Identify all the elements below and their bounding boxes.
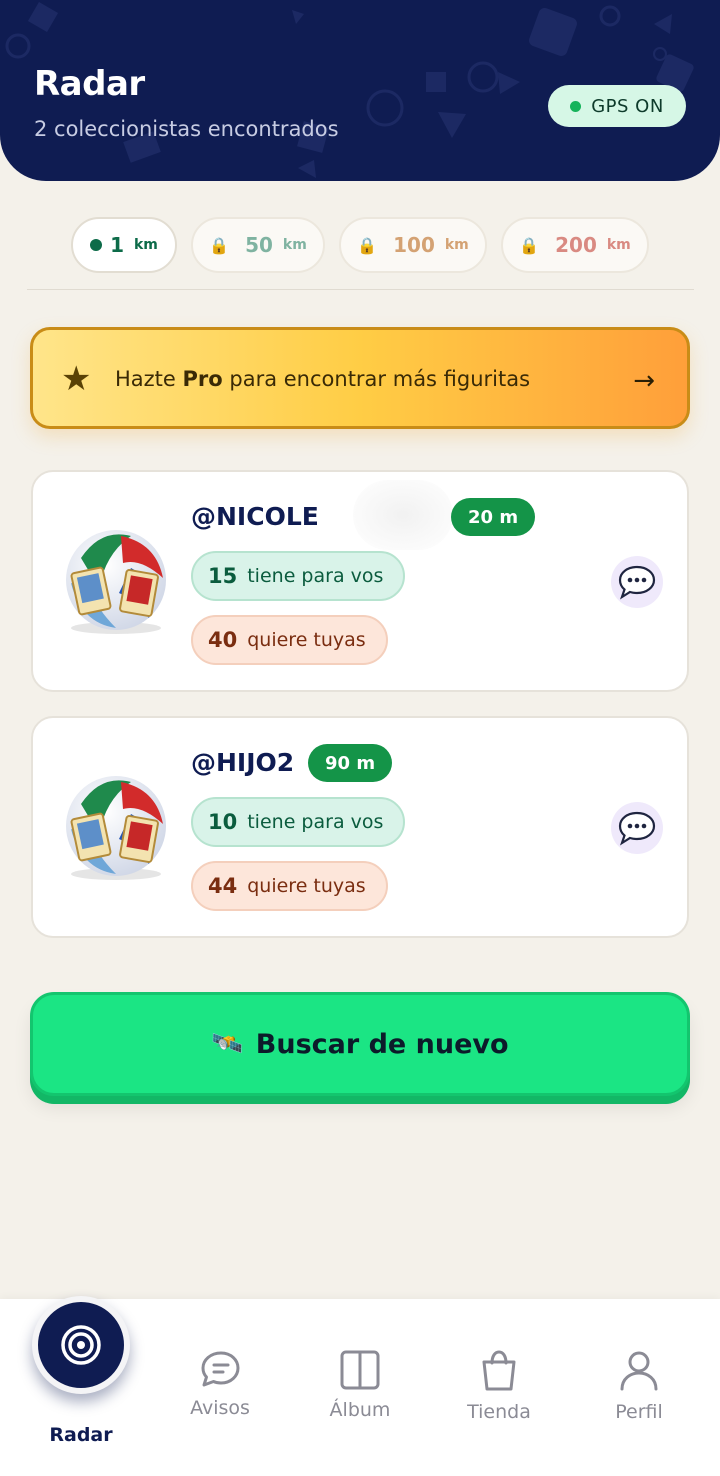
wants-count: 40 [208,628,238,652]
collectors-found-count: 2 coleccionistas encontrados [34,117,339,141]
nav-label: Perfil [615,1401,663,1423]
nav-item-radar[interactable] [32,1296,130,1394]
chat-bubble-icon [618,811,656,846]
nav-label-radar: Radar [49,1424,113,1446]
arrow-right-icon: → [633,366,655,396]
chat-button[interactable] [611,556,663,608]
nav-label: Álbum [329,1399,391,1421]
collector-card[interactable]: @NICOLE 20 m 15 tiene para vos 40 quiere… [31,470,689,692]
message-bubble-icon [201,1351,240,1387]
has-label: tiene para vos [247,565,384,587]
lock-icon: 🔒 [519,235,540,255]
nav-item-album[interactable]: Álbum [300,1349,420,1421]
range-value: 1 [110,233,124,257]
search-again-button[interactable]: 🛰️ Buscar de nuevo [30,992,690,1096]
shopping-bag-icon [482,1350,516,1391]
has-for-you-badge: 15 tiene para vos [191,551,406,601]
divider [27,289,694,290]
gps-status-label: GPS ON [591,95,664,117]
album-book-icon [340,1350,380,1390]
lock-icon: 🔒 [357,235,378,255]
range-unit: km [282,237,307,253]
wants-yours-badge: 44 quiere tuyas [191,861,388,911]
wants-count: 44 [208,874,238,898]
blurred-region [353,480,453,550]
range-unit: km [134,237,158,253]
selected-dot-icon [90,239,103,251]
satellite-icon: 🛰️ [211,1029,244,1059]
range-chip-1km[interactable]: 1 km [71,217,177,273]
has-count: 10 [208,810,238,834]
range-unit: km [444,237,469,253]
chat-bubble-icon [618,565,656,600]
chat-button[interactable] [611,802,663,854]
range-value: 100 [393,233,435,257]
wants-label: quiere tuyas [247,629,366,651]
range-unit: km [606,237,631,253]
lock-icon: 🔒 [209,235,230,255]
range-selector: 1 km 🔒 50 km 🔒 100 km 🔒 200 km [0,217,720,273]
nav-label: Tienda [467,1401,531,1423]
collector-username[interactable]: @NICOLE [191,502,319,531]
distance-badge: 20 m [451,498,536,536]
go-pro-text: Hazte Pro para encontrar más figuritas [115,367,531,391]
has-for-you-badge: 10 tiene para vos [191,797,406,847]
has-label: tiene para vos [247,811,384,833]
nav-item-tienda[interactable]: Tienda [439,1349,559,1423]
search-again-label: Buscar de nuevo [255,1028,509,1060]
nav-label: Avisos [190,1397,250,1419]
sticker-ball-avatar [66,530,166,634]
has-count: 15 [208,564,238,588]
distance-badge: 90 m [308,744,393,782]
nav-item-perfil[interactable]: Perfil [579,1349,699,1423]
collector-card[interactable]: @HIJO2 90 m 10 tiene para vos 44 quiere … [31,716,689,938]
gps-status-dot-icon [570,100,582,112]
range-chip-100km[interactable]: 🔒 100 km [339,217,487,273]
range-chip-50km[interactable]: 🔒 50 km [191,217,325,273]
wants-label: quiere tuyas [247,875,366,897]
sticker-ball-avatar [66,776,166,880]
range-value: 200 [555,233,597,257]
user-profile-icon [620,1351,658,1391]
collector-username[interactable]: @HIJO2 [191,748,294,777]
pro-highlight: Pro [182,367,223,391]
header: Radar 2 coleccionistas encontrados GPS O… [0,0,720,181]
wants-yours-badge: 40 quiere tuyas [191,615,388,665]
range-chip-200km[interactable]: 🔒 200 km [501,217,649,273]
go-pro-banner[interactable]: ★ Hazte Pro para encontrar más figuritas… [30,327,690,429]
radar-target-icon [61,1325,101,1365]
nav-item-avisos[interactable]: Avisos [160,1349,280,1419]
page-title: Radar [34,64,145,104]
star-icon: ★ [61,359,92,399]
gps-status-badge: GPS ON [548,85,686,127]
range-value: 50 [245,233,273,257]
